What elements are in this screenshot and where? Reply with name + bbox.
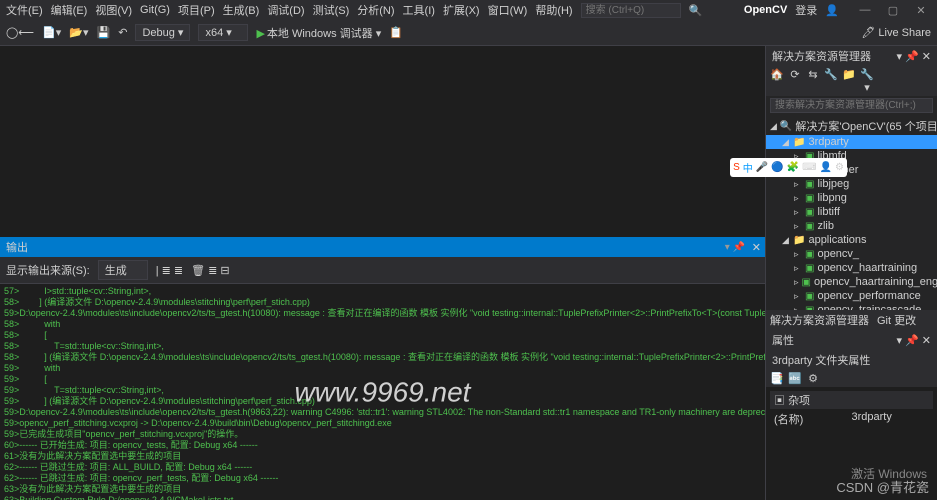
prop-cat-misc[interactable]: ▣ 杂项 — [770, 391, 933, 409]
close-icon[interactable]: ✕ — [911, 4, 931, 17]
wrench-icon[interactable]: 🔧▾ — [860, 68, 874, 94]
solution-search-input[interactable] — [770, 98, 933, 113]
tree-item[interactable]: ▹▣zlib — [766, 219, 937, 233]
menubar: 文件(E) 编辑(E) 视图(V) Git(G) 项目(P) 生成(B) 调试(… — [0, 0, 937, 20]
toolbar: ◯⟵ 📄▾ 📂▾ 💾 ↶ Debug ▾ x64 ▾ ▶本地 Windows 调… — [0, 20, 937, 46]
tab-git[interactable]: Git 更改 — [877, 312, 916, 328]
menu-test[interactable]: 测试(S) — [313, 2, 350, 18]
az-icon[interactable]: 🔤 — [788, 372, 802, 385]
tree-item[interactable]: ▹▣opencv_traincascade — [766, 303, 937, 310]
tree-item[interactable]: ▹▣libpng — [766, 191, 937, 205]
platform-dropdown[interactable]: x64 ▾ — [198, 24, 248, 41]
showall-icon[interactable]: 📁 — [842, 68, 856, 94]
menu-git[interactable]: Git(G) — [140, 4, 170, 16]
props-icon[interactable]: 🔧 — [824, 68, 838, 94]
save-icon[interactable]: 💾 — [97, 26, 111, 39]
tab-se[interactable]: 解决方案资源管理器 — [770, 312, 869, 328]
prop-icon[interactable]: ⚙ — [806, 372, 820, 385]
prop-name-label: (名称) — [774, 411, 852, 427]
cat-icon[interactable]: 📑 — [770, 372, 784, 385]
output-source-dropdown[interactable]: 生成 — [98, 260, 148, 280]
menu-file[interactable]: 文件(E) — [6, 2, 43, 18]
menu-help[interactable]: 帮助(H) — [535, 2, 572, 18]
clear-icon[interactable]: 🗑 ≣ ⊟ — [191, 264, 230, 277]
menu-view[interactable]: 视图(V) — [95, 2, 132, 18]
menu-ext[interactable]: 扩展(X) — [443, 2, 480, 18]
tree-item[interactable]: ▹▣libtiff — [766, 205, 937, 219]
run-button[interactable]: ▶本地 Windows 调试器 ▾ — [256, 25, 381, 41]
menu-build[interactable]: 生成(B) — [223, 2, 260, 18]
project-title: OpenCV — [744, 4, 787, 16]
menu-tools[interactable]: 工具(I) — [403, 2, 435, 18]
solution-explorer-title: 解决方案资源管理器 ▾ 📌 ✕ — [766, 46, 937, 66]
home-icon[interactable]: 🏠 — [770, 68, 784, 94]
menu-project[interactable]: 项目(P) — [178, 2, 215, 18]
sidebar-tabs: 解决方案资源管理器 Git 更改 — [766, 310, 937, 330]
ime-toolbar[interactable]: S中🎤🔵🧩⌨👤⚙ — [730, 158, 847, 177]
activate-windows: 激活 Windows — [851, 465, 927, 482]
search-icon[interactable]: 🔍 — [689, 4, 703, 17]
maximize-icon[interactable]: ▢ — [883, 4, 903, 17]
folder-3rdparty[interactable]: ◢📁3rdparty — [766, 135, 937, 149]
menu-edit[interactable]: 编辑(E) — [51, 2, 88, 18]
tree-item[interactable]: ▹▣opencv_haartraining — [766, 261, 937, 275]
login-link[interactable]: 登录 — [795, 2, 817, 18]
minimize-icon[interactable]: — — [855, 4, 875, 17]
config-dropdown[interactable]: Debug ▾ — [135, 24, 190, 41]
undo-icon[interactable]: ↶ — [118, 26, 127, 39]
pin-icon[interactable]: ▾ 📌 — [725, 242, 745, 253]
menu-window[interactable]: 窗口(W) — [488, 2, 528, 18]
pin-icon[interactable]: ▾ 📌 — [896, 51, 918, 63]
tree-item[interactable]: ▹▣opencv_ — [766, 247, 937, 261]
properties-subtitle: 3rdparty 文件夹属性 — [766, 350, 937, 370]
pin-icon[interactable]: ▾ 📌 — [896, 335, 918, 347]
user-icon[interactable]: 👤 — [825, 4, 839, 17]
search-input[interactable] — [581, 3, 681, 18]
tool-icon[interactable]: 📋 — [389, 26, 403, 39]
props-close-icon[interactable]: ✕ — [922, 335, 931, 347]
solution-tree[interactable]: ◢🔍解决方案'OpenCV'(65 个项目, 共 65 个) ◢📁3rdpart… — [766, 115, 937, 310]
prop-name-value: 3rdparty — [852, 411, 930, 427]
properties-title: 属性 ▾ 📌 ✕ — [766, 330, 937, 350]
output-source-label: 显示输出来源(S): — [6, 262, 90, 278]
goto-icon[interactable]: | ≣ ≣ — [156, 264, 183, 277]
sync-icon[interactable]: ⇆ — [806, 68, 820, 94]
output-toolbar: 显示输出来源(S): 生成 | ≣ ≣ 🗑 ≣ ⊟ — [0, 257, 765, 284]
nav-back-icon[interactable]: ◯⟵ — [6, 26, 34, 39]
output-content[interactable]: 57> I>std::tuple<cv::String,int>, 58> ] … — [0, 284, 765, 500]
live-share[interactable]: 🖊 Live Share — [861, 26, 931, 39]
menu-analyze[interactable]: 分析(N) — [357, 2, 394, 18]
panel-close-icon[interactable]: ✕ — [922, 51, 931, 63]
properties-grid[interactable]: ▣ 杂项 (名称)3rdparty CSDN @青花瓷 — [766, 387, 937, 500]
folder-applications[interactable]: ◢📁applications — [766, 233, 937, 247]
menu-debug[interactable]: 调试(D) — [267, 2, 304, 18]
editor-empty — [0, 46, 765, 237]
new-icon[interactable]: 📄▾ — [42, 26, 61, 39]
tree-item[interactable]: ▹▣libjpeg — [766, 177, 937, 191]
tree-item[interactable]: ▹▣opencv_haartraining_engine — [766, 275, 937, 289]
refresh-icon[interactable]: ⟳ — [788, 68, 802, 94]
open-icon[interactable]: 📂▾ — [69, 26, 88, 39]
solution-toolbar: 🏠 ⟳ ⇆ 🔧 📁 🔧▾ — [766, 66, 937, 96]
tree-item[interactable]: ▹▣opencv_performance — [766, 289, 937, 303]
output-panel-title[interactable]: 输出 ▾ 📌 ✕ — [0, 237, 765, 257]
output-close-icon[interactable]: ✕ — [752, 241, 761, 254]
solution-root[interactable]: ◢🔍解决方案'OpenCV'(65 个项目, 共 65 个) — [766, 117, 937, 135]
